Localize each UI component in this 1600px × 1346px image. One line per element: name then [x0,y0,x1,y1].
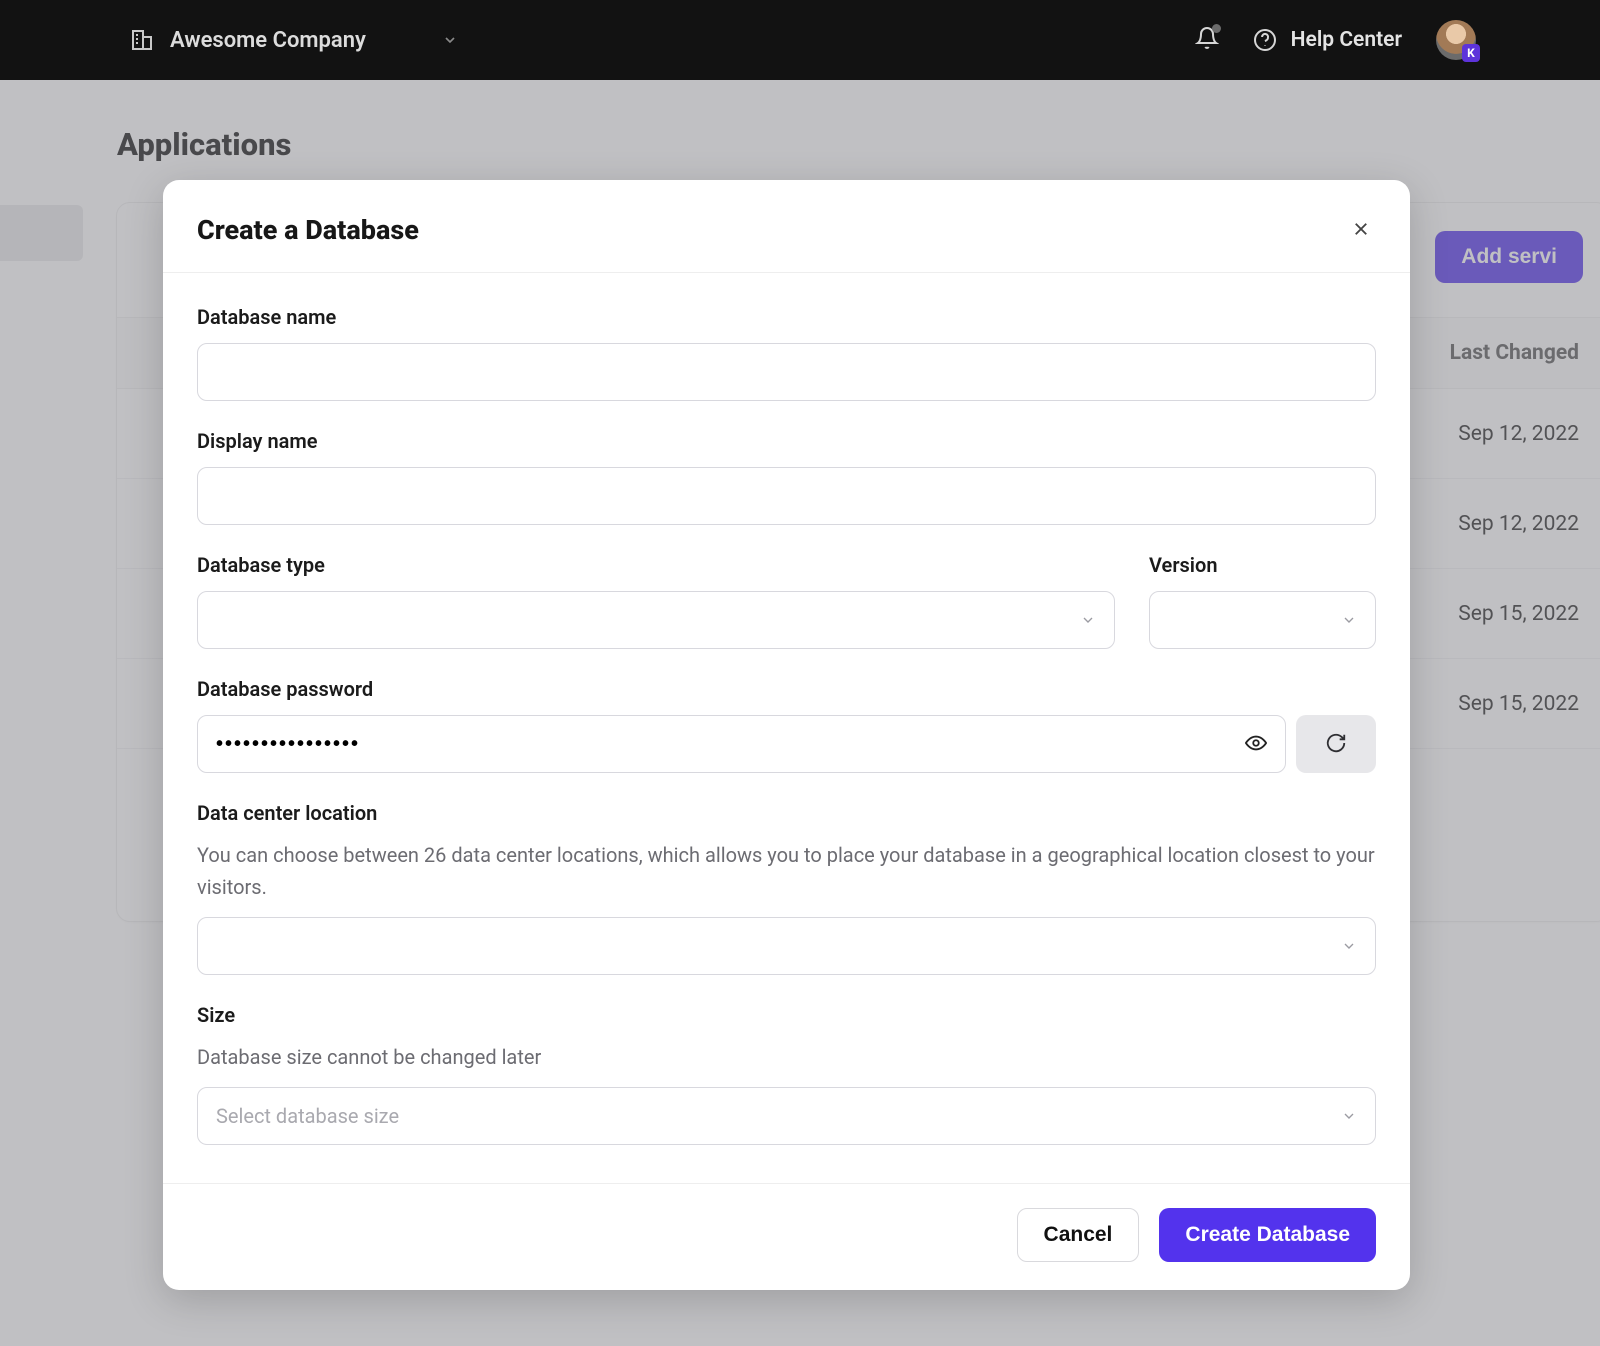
db-type-label: Database type [197,553,1115,577]
password-input[interactable] [197,715,1286,773]
db-name-input[interactable] [197,343,1376,401]
chevron-down-icon [1341,612,1357,628]
create-database-button[interactable]: Create Database [1159,1208,1376,1262]
help-center-label: Help Center [1291,28,1402,52]
modal-footer: Cancel Create Database [163,1183,1410,1290]
modal-title: Create a Database [197,214,419,246]
eye-icon [1245,732,1267,757]
size-help: Database size cannot be changed later [197,1041,1376,1073]
close-button[interactable] [1346,215,1376,245]
help-center-link[interactable]: Help Center [1253,28,1402,52]
regenerate-password-button[interactable] [1296,715,1376,773]
size-label: Size [197,1003,1376,1027]
create-database-modal: Create a Database Database name Display … [163,180,1410,1290]
version-label: Version [1149,553,1376,577]
cancel-button[interactable]: Cancel [1017,1208,1140,1262]
chevron-down-icon [1341,938,1357,954]
toggle-password-visibility[interactable] [1240,728,1272,760]
size-placeholder: Select database size [216,1104,399,1128]
refresh-icon [1325,732,1347,757]
org-switcher[interactable]: Awesome Company [130,28,458,53]
chevron-down-icon [442,32,458,48]
close-icon [1352,220,1370,241]
org-name: Awesome Company [170,28,366,53]
chevron-down-icon [1341,1108,1357,1124]
display-name-input[interactable] [197,467,1376,525]
location-help: You can choose between 26 data center lo… [197,839,1376,903]
size-select[interactable]: Select database size [197,1087,1376,1145]
location-label: Data center location [197,801,1376,825]
avatar[interactable] [1436,20,1476,60]
notifications-button[interactable] [1195,26,1219,54]
db-name-label: Database name [197,305,1376,329]
version-select[interactable] [1149,591,1376,649]
password-label: Database password [197,677,1376,701]
modal-header: Create a Database [163,180,1410,273]
topbar: Awesome Company Help Center [0,0,1600,80]
main-area: Applications Add servi Last Changed Sep … [0,80,1600,1346]
chevron-down-icon [1080,612,1096,628]
notification-dot [1212,24,1221,33]
building-icon [130,28,154,52]
db-type-select[interactable] [197,591,1115,649]
display-name-label: Display name [197,429,1376,453]
location-select[interactable] [197,917,1376,975]
